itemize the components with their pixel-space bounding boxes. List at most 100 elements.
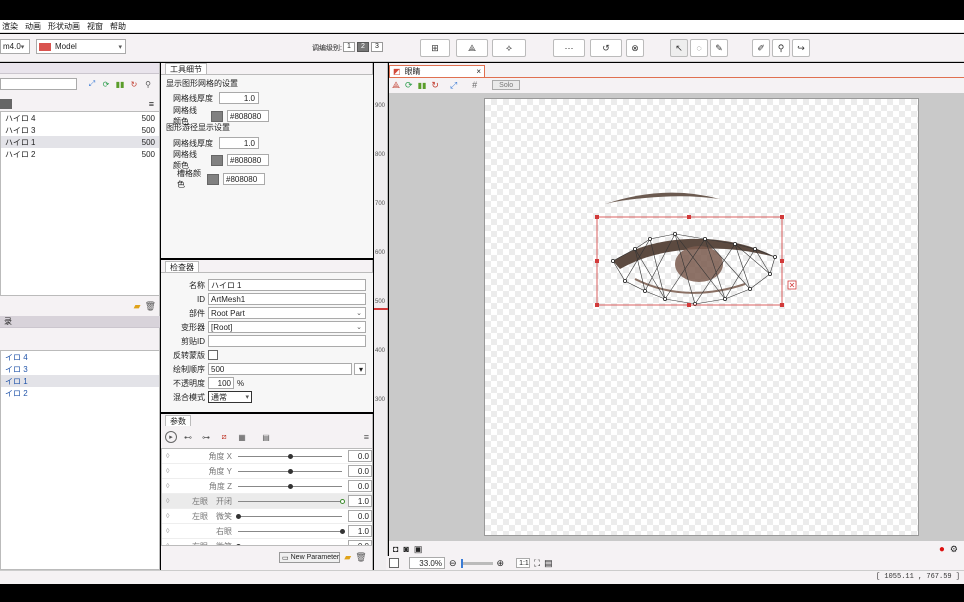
trash-icon[interactable]: 🗑: [355, 552, 366, 563]
hamburger-icon[interactable]: ≡: [364, 432, 369, 442]
folder-icon[interactable]: ▰: [134, 301, 141, 312]
tab-parameters[interactable]: 参数: [165, 415, 191, 426]
link-icon[interactable]: ⟳: [99, 80, 113, 89]
param-slider[interactable]: [238, 468, 342, 474]
folder-icon[interactable]: ▰: [344, 552, 351, 563]
list-item[interactable]: イロ 3: [1, 363, 159, 375]
list-item-selected[interactable]: ハイロ 1 500: [1, 136, 159, 148]
deformer-select[interactable]: [Root] ⌄: [208, 321, 366, 333]
group-icon[interactable]: ▮▮: [418, 81, 427, 90]
s2-width-input[interactable]: 1.0: [219, 137, 259, 149]
tab-canvas-eye[interactable]: ◩ 眼睛 ×: [389, 65, 485, 77]
part-select[interactable]: Root Part ⌄: [208, 307, 366, 319]
param-value[interactable]: 0.0: [348, 450, 372, 462]
param-slider-knob[interactable]: [236, 543, 241, 545]
fit-view-icon[interactable]: ⛶: [534, 558, 540, 569]
name-input[interactable]: ハイロ 1: [208, 279, 366, 291]
trash-icon[interactable]: 🗑: [145, 301, 156, 312]
param-expand-icon[interactable]: ◊: [166, 498, 176, 505]
arrow-tool-button[interactable]: ↖: [670, 39, 688, 57]
clip-input[interactable]: [208, 335, 366, 347]
param-row[interactable]: ◊ 角度 Z 0.0: [162, 479, 372, 494]
param-value[interactable]: 1.0: [348, 495, 372, 507]
zoom-in-icon[interactable]: ⊕: [497, 558, 505, 569]
rotation-button[interactable]: ↺: [590, 39, 622, 57]
param-row[interactable]: ◊ 左眼 微笑 0.0: [162, 509, 372, 524]
pin-icon[interactable]: ⚲: [141, 80, 155, 89]
param-slider[interactable]: [236, 513, 342, 519]
parts-search-input[interactable]: [0, 78, 77, 90]
list-item-selected[interactable]: イロ 1: [1, 375, 159, 387]
hamburger-icon[interactable]: ≡: [149, 99, 154, 109]
param-value[interactable]: 0.0: [348, 480, 372, 492]
param-row[interactable]: ◊ 角度 X 0.0: [162, 449, 372, 464]
close-icon[interactable]: ×: [476, 67, 481, 76]
new-parameter-button[interactable]: ▭ New Parameter: [279, 552, 341, 563]
group-icon[interactable]: ▮▮: [113, 80, 127, 89]
expand-icon[interactable]: ⤢: [85, 79, 99, 89]
list-item[interactable]: イロ 4: [1, 351, 159, 363]
param-expand-icon[interactable]: ◊: [166, 513, 176, 520]
auto-mesh-button[interactable]: ⟁: [456, 39, 488, 57]
param-slider-knob[interactable]: [340, 498, 345, 504]
menu-help[interactable]: 帮助: [110, 21, 126, 32]
s1-color-input[interactable]: #808080: [227, 110, 269, 122]
list-item[interactable]: ハイロ 3 500: [1, 124, 159, 136]
camera-icon[interactable]: ◘: [393, 544, 398, 554]
menu-shape-animation[interactable]: 形状动画: [48, 21, 80, 32]
param-slider-knob[interactable]: [288, 468, 293, 474]
s1-width-input[interactable]: 1.0: [219, 92, 259, 104]
param-expand-icon[interactable]: ◊: [166, 453, 176, 460]
param-slider-knob[interactable]: [340, 528, 345, 534]
pin-tool-button[interactable]: ⚲: [772, 39, 790, 57]
param-expand-icon[interactable]: ◊: [166, 528, 176, 535]
edit-level-1[interactable]: 1: [343, 42, 355, 52]
param-row[interactable]: ◊ 右眼 微笑 0.0: [162, 539, 372, 546]
edit-level-2[interactable]: 2: [357, 42, 369, 52]
invert-checkbox[interactable]: [208, 350, 218, 360]
glue-button[interactable]: ⟡: [492, 39, 526, 57]
param-expand-icon[interactable]: ◊: [166, 483, 176, 490]
edit-mesh-icon[interactable]: ⟁: [392, 80, 400, 91]
curve-tool-button[interactable]: ↪: [792, 39, 810, 57]
fit-icon[interactable]: ⤢: [450, 80, 457, 91]
pin-button[interactable]: ⊗: [626, 39, 644, 57]
list-item[interactable]: ハイロ 2 500: [1, 148, 159, 160]
param-slider[interactable]: [238, 483, 342, 489]
ratio-button[interactable]: 1:1: [516, 558, 530, 568]
zoom-slider[interactable]: [460, 558, 493, 568]
zoom-input[interactable]: 33.0%: [409, 557, 445, 569]
point-color-input[interactable]: #808080: [223, 173, 265, 185]
zoom-slider-thumb[interactable]: [460, 558, 463, 568]
tab-tool-details[interactable]: 工具细节: [165, 63, 207, 74]
add-key-icon[interactable]: ⊶: [199, 433, 213, 442]
param-slider-knob[interactable]: [236, 513, 241, 519]
lasso-tool-button[interactable]: ◌: [690, 39, 708, 57]
s2-color-input[interactable]: #808080: [227, 154, 269, 166]
list-item[interactable]: イロ 2: [1, 387, 159, 399]
link-param-icon[interactable]: ⊷: [181, 433, 195, 442]
grid-icon[interactable]: #: [472, 80, 477, 90]
blend-select[interactable]: 通常 ▾: [208, 391, 252, 403]
id-input[interactable]: ArtMesh1: [208, 293, 366, 305]
param-slider-knob[interactable]: [288, 453, 293, 459]
brush-tool-button[interactable]: ✎: [710, 39, 728, 57]
param-slider[interactable]: [236, 543, 241, 545]
grid-icon[interactable]: ▤: [259, 433, 273, 442]
param-slider[interactable]: [238, 498, 345, 504]
menu-view[interactable]: 视窗: [87, 21, 103, 32]
record-frame-icon[interactable]: ◙: [403, 544, 408, 554]
s2-color-swatch[interactable]: [211, 154, 223, 166]
solo-button[interactable]: Solo: [492, 80, 521, 90]
param-row[interactable]: ◊ 左眼 开闭 1.0: [162, 494, 372, 509]
refresh-icon[interactable]: ↻: [431, 80, 439, 91]
param-row[interactable]: ◊ 右眼 1.0: [162, 524, 372, 539]
warp-button[interactable]: ⋯: [553, 39, 585, 57]
param-expand-icon[interactable]: ◊: [166, 468, 176, 475]
param-expand-icon[interactable]: ◊: [166, 543, 176, 546]
menu-animation[interactable]: 动画: [25, 21, 41, 32]
param-slider[interactable]: [238, 453, 342, 459]
draw-order-input[interactable]: 500: [208, 363, 352, 375]
play-icon[interactable]: ▸: [165, 431, 177, 443]
artboard[interactable]: [484, 98, 919, 536]
